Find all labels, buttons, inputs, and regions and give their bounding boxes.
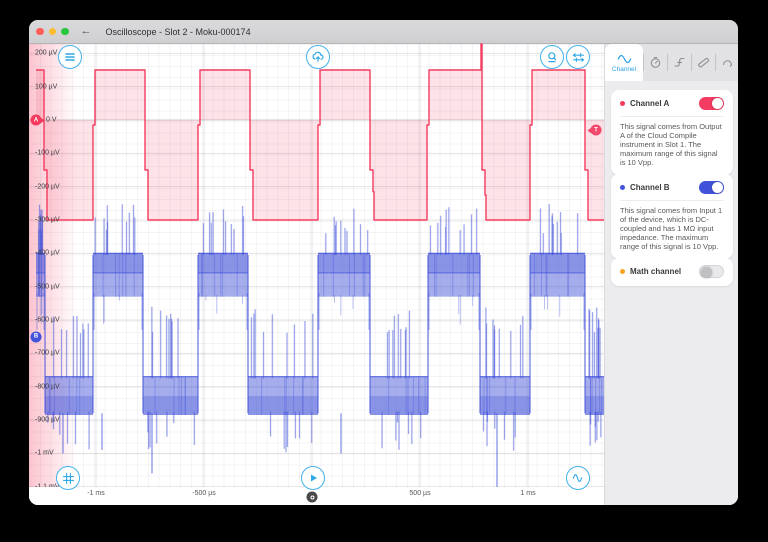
y-axis-label: -500 µV: [35, 283, 60, 290]
probe-icon: [721, 56, 734, 69]
channel-a-axis-marker[interactable]: A: [31, 115, 42, 126]
sine-wave-icon: [571, 471, 585, 485]
y-axis-label: 100 µV: [35, 83, 57, 90]
tab-trigger[interactable]: [643, 44, 667, 81]
x-axis-label: -1 ms: [87, 490, 105, 497]
channel-a-color-dot: [620, 101, 625, 106]
sine-icon: [617, 53, 632, 65]
run-pause-button[interactable]: [301, 466, 325, 490]
y-axis-label: -200 µV: [35, 183, 60, 190]
sliders-icon: [572, 51, 585, 64]
x-axis-label: 1 ms: [520, 490, 535, 497]
oscilloscope-window: ← Oscilloscope - Slot 2 - Moku-000174 20…: [29, 20, 738, 505]
channel-b-description: This signal comes from Input 1 of the de…: [620, 200, 724, 251]
x-axis-label: 500 µs: [409, 490, 430, 497]
y-axis-label: -800 µV: [35, 383, 60, 390]
cloud-upload-icon: [311, 50, 325, 64]
back-arrow-icon[interactable]: ←: [81, 26, 92, 37]
screen-background: ← Oscilloscope - Slot 2 - Moku-000174 20…: [0, 0, 768, 542]
function-icon: [673, 56, 686, 69]
grid-crosshair-icon: [62, 472, 75, 485]
y-axis-label: -300 µV: [35, 217, 60, 224]
main-menu-button[interactable]: [58, 45, 82, 69]
minimize-window-button[interactable]: [49, 28, 57, 36]
math-color-dot: [620, 269, 625, 274]
title-bar: ← Oscilloscope - Slot 2 - Moku-000174: [29, 20, 738, 44]
scope-plot-area[interactable]: 200 µV 100 µV 0 V -100 µV -200 µV -300 µV -400…: [29, 44, 604, 487]
y-axis-label: -600 µV: [35, 317, 60, 324]
y-axis-label: -400 µV: [35, 250, 60, 257]
cloud-upload-button[interactable]: [306, 45, 330, 69]
trigger-level-marker[interactable]: T: [591, 125, 602, 136]
math-toggle[interactable]: [699, 265, 724, 278]
waveform-canvas: [29, 44, 604, 487]
channel-cards: Channel A This signal comes from Output A…: [605, 81, 738, 505]
acquisition-settings-button[interactable]: [566, 45, 590, 69]
tab-probe[interactable]: [715, 44, 738, 81]
control-sidebar: Channel: [604, 44, 738, 505]
tab-function[interactable]: [667, 44, 691, 81]
card-channel-b: Channel B This signal comes from Input 1 …: [611, 174, 733, 259]
channel-b-color-dot: [620, 185, 625, 190]
channel-a-title: Channel A: [630, 99, 699, 108]
channel-a-toggle[interactable]: [699, 97, 724, 110]
tab-channel[interactable]: Channel: [605, 44, 643, 81]
channel-a-description: This signal comes from Output A of the C…: [620, 116, 724, 167]
math-title: Math channel: [630, 267, 699, 276]
card-math: Math channel: [611, 258, 733, 286]
play-icon: [307, 472, 319, 484]
ruler-icon: [697, 56, 710, 69]
zoom-window-button[interactable]: [61, 28, 69, 36]
pan-zoom-reset-button[interactable]: [56, 466, 80, 490]
y-axis-label: -1 mV: [35, 450, 54, 457]
y-axis-label: -100 µV: [35, 150, 60, 157]
y-axis-label: 0 V: [46, 117, 57, 124]
trigger-time-marker[interactable]: [307, 492, 318, 503]
y-axis-label: -700 µV: [35, 350, 60, 357]
window-controls: [36, 28, 69, 36]
x-axis-label: -500 µs: [192, 490, 216, 497]
magnifier-icon: [546, 51, 559, 64]
channel-b-title: Channel B: [630, 183, 699, 192]
y-axis-label: -900 µV: [35, 417, 60, 424]
card-channel-a: Channel A This signal comes from Output A…: [611, 90, 733, 175]
channel-b-axis-marker[interactable]: B: [31, 331, 42, 342]
stopwatch-icon: [649, 56, 662, 69]
source-waveform-button[interactable]: [566, 466, 590, 490]
window-title: Oscilloscope - Slot 2 - Moku-000174: [106, 27, 251, 37]
tab-channel-label: Channel: [612, 66, 636, 73]
close-window-button[interactable]: [36, 28, 44, 36]
tab-measure[interactable]: [691, 44, 715, 81]
zoom-tool-button[interactable]: [540, 45, 564, 69]
hamburger-icon: [64, 51, 76, 63]
y-axis-label: 200 µV: [35, 50, 57, 57]
sidebar-tab-bar: Channel: [605, 44, 738, 81]
channel-b-toggle[interactable]: [699, 181, 724, 194]
